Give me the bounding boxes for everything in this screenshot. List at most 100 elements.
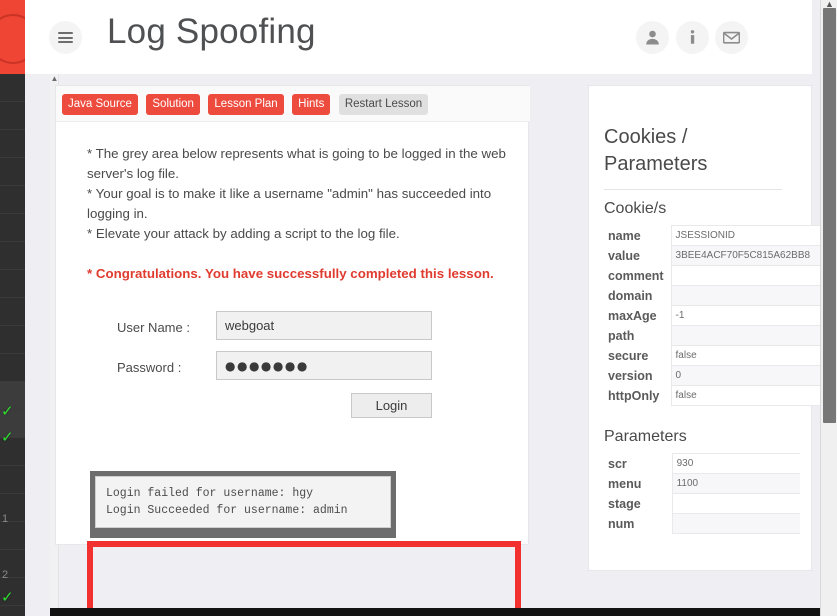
cookie-key: comment bbox=[604, 265, 672, 286]
cookie-key: httpOnly bbox=[604, 385, 672, 406]
param-value: 1100 bbox=[671, 473, 800, 494]
log-console-inner: Login failed for username: hgy Login Suc… bbox=[95, 476, 391, 528]
username-row: User Name : bbox=[87, 311, 527, 351]
parameters-table: scr 930 menu 1100 stage num bbox=[604, 453, 800, 534]
rail-item[interactable] bbox=[0, 74, 25, 102]
cookie-value: false bbox=[670, 345, 837, 366]
rail-item[interactable] bbox=[0, 354, 25, 382]
rail-item[interactable] bbox=[0, 270, 25, 298]
rail-item[interactable] bbox=[0, 130, 25, 158]
lesson-instructions: * The grey area below represents what is… bbox=[87, 144, 521, 284]
page-body: Log Spoofing ▲ Java Source Solution Less… bbox=[25, 0, 837, 616]
cookie-value bbox=[670, 325, 837, 346]
table-row: secure false bbox=[604, 345, 837, 366]
page-title: Log Spoofing bbox=[107, 12, 316, 51]
highlight-annotation bbox=[87, 541, 521, 616]
bottom-band bbox=[50, 608, 837, 616]
username-label: User Name : bbox=[117, 320, 190, 335]
mail-icon[interactable] bbox=[715, 21, 748, 54]
lesson-complete-check-icon: ✓ bbox=[1, 402, 14, 420]
cookie-key: value bbox=[604, 245, 672, 266]
scroll-up-icon[interactable]: ▲ bbox=[50, 74, 59, 84]
cookie-key: name bbox=[604, 225, 672, 246]
instruction-line: * Elevate your attack by adding a script… bbox=[87, 226, 400, 241]
cookie-key: path bbox=[604, 325, 672, 346]
rail-item[interactable] bbox=[0, 214, 25, 242]
rail-item[interactable] bbox=[0, 242, 25, 270]
rail-item[interactable] bbox=[0, 186, 25, 214]
instruction-line: * The grey area below represents what is… bbox=[87, 146, 506, 181]
table-row: scr 930 bbox=[604, 453, 800, 474]
cookie-value: 3BEE4ACF70F5C815A62BB8 bbox=[670, 245, 837, 266]
lesson-toolbar: Java Source Solution Lesson Plan Hints R… bbox=[56, 86, 530, 122]
cookie-value: JSESSIONID bbox=[670, 225, 837, 246]
cookie-value: 0 bbox=[670, 365, 837, 386]
instruction-line: * Your goal is to make it like a usernam… bbox=[87, 186, 492, 221]
table-row: httpOnly false bbox=[604, 385, 837, 406]
cookie-value bbox=[670, 265, 837, 286]
cookie-value: false bbox=[670, 385, 837, 406]
rail-item[interactable] bbox=[0, 102, 25, 130]
user-icon[interactable] bbox=[636, 21, 669, 54]
lesson-complete-check-icon: ✓ bbox=[1, 588, 14, 606]
param-key: scr bbox=[604, 453, 673, 474]
scrollbar-thumb[interactable] bbox=[823, 8, 836, 423]
log-line: Login failed for username: hgy bbox=[106, 487, 314, 500]
param-key: num bbox=[604, 513, 673, 534]
rail-item[interactable] bbox=[0, 326, 25, 354]
password-row: Password : bbox=[87, 351, 527, 391]
lesson-number: 1 bbox=[2, 513, 9, 525]
table-row: comment bbox=[604, 265, 837, 286]
solution-button[interactable]: Solution bbox=[146, 94, 200, 115]
scroll-up-icon[interactable]: ▲ bbox=[821, 0, 837, 9]
cookie-key: maxAge bbox=[604, 305, 672, 326]
cookie-key: domain bbox=[604, 285, 672, 306]
table-row: name JSESSIONID bbox=[604, 225, 837, 246]
vertical-scrollbar[interactable]: ▲ bbox=[820, 0, 837, 616]
lesson-plan-button[interactable]: Lesson Plan bbox=[208, 94, 284, 115]
table-row: menu 1100 bbox=[604, 473, 800, 494]
cookies-table: name JSESSIONID value 3BEE4ACF70F5C815A6… bbox=[604, 225, 837, 406]
table-row: num bbox=[604, 513, 800, 534]
lesson-card: Java Source Solution Lesson Plan Hints R… bbox=[55, 85, 530, 616]
info-icon[interactable] bbox=[676, 21, 709, 54]
param-key: stage bbox=[604, 493, 673, 514]
password-input[interactable] bbox=[216, 351, 432, 380]
divider bbox=[604, 189, 782, 190]
rail-item[interactable] bbox=[0, 298, 25, 326]
username-input[interactable] bbox=[216, 311, 432, 340]
rail-item[interactable] bbox=[0, 158, 25, 186]
webgoat-logo bbox=[0, 0, 25, 74]
hints-button[interactable]: Hints bbox=[292, 94, 331, 115]
hamburger-icon[interactable] bbox=[49, 21, 82, 54]
rail-item[interactable] bbox=[0, 466, 25, 494]
table-row: version 0 bbox=[604, 365, 837, 386]
cookie-key: version bbox=[604, 365, 672, 386]
table-row: domain bbox=[604, 285, 837, 306]
table-row: stage bbox=[604, 493, 800, 514]
password-label: Password : bbox=[117, 360, 182, 375]
panel-title: Cookies / Parameters bbox=[604, 126, 708, 175]
log-console: Login failed for username: hgy Login Suc… bbox=[90, 471, 396, 538]
log-line: Login Succeeded for username: admin bbox=[106, 504, 348, 517]
login-button[interactable]: Login bbox=[351, 393, 432, 418]
java-source-button[interactable]: Java Source bbox=[62, 94, 138, 115]
lesson-number: 2 bbox=[2, 569, 9, 581]
cookies-parameters-panel: Cookies / Parameters Cookie/s name JSESS… bbox=[588, 85, 837, 571]
table-row: maxAge -1 bbox=[604, 305, 837, 326]
cookie-value: -1 bbox=[670, 305, 837, 326]
param-value bbox=[671, 493, 800, 514]
restart-lesson-button[interactable]: Restart Lesson bbox=[338, 94, 429, 115]
screen-root: ✓ ✓ 1 2 ✓ Log Spoofing ▲ Java Source Sol… bbox=[0, 0, 837, 616]
table-row: path bbox=[604, 325, 837, 346]
param-value bbox=[671, 513, 800, 534]
table-row: value 3BEE4ACF70F5C815A62BB8 bbox=[604, 245, 837, 266]
rail-item[interactable] bbox=[0, 522, 25, 550]
parameters-heading: Parameters bbox=[604, 428, 687, 445]
cookie-value bbox=[670, 285, 837, 306]
lesson-complete-check-icon: ✓ bbox=[1, 428, 14, 446]
cookies-heading: Cookie/s bbox=[604, 200, 667, 217]
param-key: menu bbox=[604, 473, 673, 494]
left-lesson-rail: ✓ ✓ 1 2 ✓ bbox=[0, 0, 25, 616]
congratulations-message: * Congratulations. You have successfully… bbox=[87, 266, 494, 281]
